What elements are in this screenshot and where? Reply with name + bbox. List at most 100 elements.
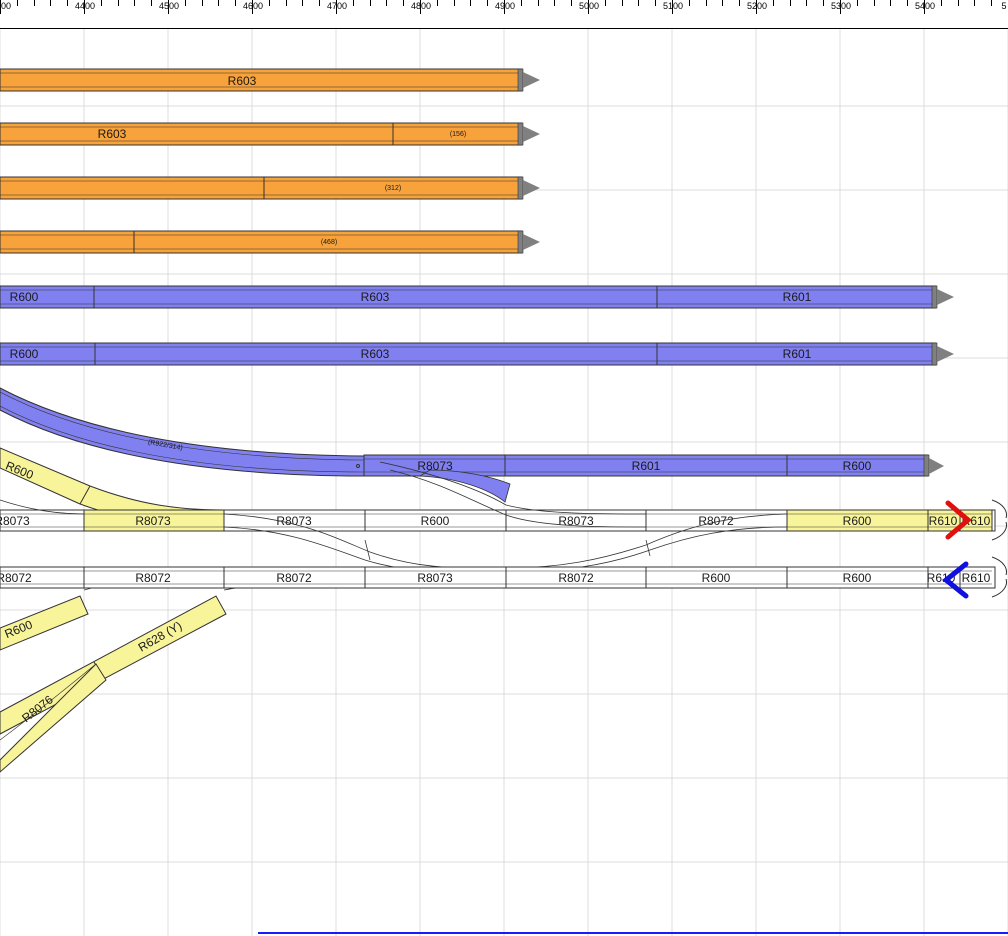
segment-label: R8072 xyxy=(698,514,734,528)
ruler-label: 4900 xyxy=(494,1,516,11)
ruler-minor-tick xyxy=(218,0,220,6)
ruler-minor-tick xyxy=(117,0,119,6)
segment-label: R8073 xyxy=(0,514,30,528)
ruler-minor-tick xyxy=(403,0,405,6)
ruler-minor-tick xyxy=(100,0,102,6)
ruler-label: 5100 xyxy=(662,1,684,11)
segment-label: R600 xyxy=(843,459,872,473)
ruler-minor-tick xyxy=(352,0,354,6)
segment-label: R8073 xyxy=(417,459,453,473)
ruler-minor-tick xyxy=(722,0,724,6)
ruler-minor-tick xyxy=(453,0,455,6)
ruler-label: 4500 xyxy=(158,1,180,11)
ruler-minor-tick xyxy=(184,0,186,6)
blue-track-2[interactable]: R600 R603 R601 xyxy=(0,342,954,366)
ruler-minor-tick xyxy=(33,0,35,6)
ruler-minor-tick xyxy=(67,0,69,6)
ruler-label: 5200 xyxy=(746,1,768,11)
ruler-minor-tick xyxy=(806,0,808,6)
ruler-minor-tick xyxy=(688,0,690,6)
ruler-label: 00 xyxy=(0,1,12,11)
yellow-diagonal-track-mid[interactable]: R600 xyxy=(0,595,89,651)
ruler-minor-tick xyxy=(940,0,942,6)
ruler-minor-tick xyxy=(16,0,18,6)
blue-track-1[interactable]: R600 R603 R601 xyxy=(0,285,954,309)
segment-label: R603 xyxy=(98,127,127,141)
buffer-arrow-icon xyxy=(523,126,540,142)
ruler-minor-tick xyxy=(319,0,321,6)
ruler-minor-tick xyxy=(302,0,304,6)
layout-canvas[interactable]: R603 R603 (156) (312) (468) R600 R603 R6… xyxy=(0,29,1008,936)
ruler-minor-tick xyxy=(604,0,606,6)
ruler-minor-tick xyxy=(638,0,640,6)
segment-label: R601 xyxy=(783,347,812,361)
ruler-minor-tick xyxy=(907,0,909,6)
ruler-minor-tick xyxy=(285,0,287,6)
segment-label: R600 xyxy=(843,514,872,528)
ruler-minor-tick xyxy=(890,0,892,6)
ruler-minor-tick xyxy=(201,0,203,6)
ruler: 00 4400 4500 4600 4700 4800 4900 5000 5100 5200 53… xyxy=(0,0,1008,29)
ruler-minor-tick xyxy=(268,0,270,6)
ruler-minor-tick xyxy=(151,0,153,6)
segment-label: R8072 xyxy=(135,571,171,585)
segment-label: R8072 xyxy=(558,571,594,585)
segment-label: R603 xyxy=(361,290,390,304)
ruler-minor-tick xyxy=(873,0,875,6)
ruler-label: 5400 xyxy=(914,1,936,11)
ruler-minor-tick xyxy=(739,0,741,6)
orange-siding-2[interactable]: R603 (156) xyxy=(0,122,540,146)
ruler-minor-tick xyxy=(470,0,472,6)
ruler-minor-tick xyxy=(974,0,976,6)
ruler-minor-tick xyxy=(369,0,371,6)
segment-label: R600 xyxy=(10,290,39,304)
segment-label: (468) xyxy=(321,239,337,246)
ruler-label: 5 xyxy=(1001,1,1007,11)
ruler-minor-tick xyxy=(991,0,993,6)
segment-label: R600 xyxy=(421,514,450,528)
segment-label: R600 xyxy=(10,347,39,361)
segment-label: R601 xyxy=(632,459,661,473)
segment-label: (156) xyxy=(450,131,466,138)
blue-curve-track[interactable]: (R922/314) xyxy=(0,387,365,477)
segment-label: R600 xyxy=(843,571,872,585)
orange-siding-4[interactable]: (468) xyxy=(0,230,540,254)
ruler-minor-tick xyxy=(856,0,858,6)
ruler-minor-tick xyxy=(235,0,237,6)
ruler-label: 4700 xyxy=(326,1,348,11)
blue-track-3[interactable]: R8073 R601 R600 xyxy=(363,454,944,503)
segment-label: R600 xyxy=(702,571,731,585)
buffer-arrow-icon xyxy=(929,458,944,474)
ruler-minor-tick xyxy=(386,0,388,6)
ruler-minor-tick xyxy=(621,0,623,6)
ruler-minor-tick xyxy=(436,0,438,6)
segment-label: R8073 xyxy=(417,571,453,585)
ruler-label: 4800 xyxy=(410,1,432,11)
orange-siding-3[interactable]: (312) xyxy=(0,176,540,200)
track-row-1[interactable]: R8073 R8073 R8073 R600 R8073 R8072 R600 … xyxy=(0,509,996,532)
segment-label: R601 xyxy=(783,290,812,304)
ruler-minor-tick xyxy=(554,0,556,6)
ruler-minor-tick xyxy=(789,0,791,6)
buffer-arrow-icon xyxy=(937,289,954,305)
segment-label: R610 xyxy=(962,571,991,585)
ruler-minor-tick xyxy=(957,0,959,6)
buffer-arrow-icon xyxy=(523,234,540,250)
segment-label: R603 xyxy=(228,74,257,88)
ruler-minor-tick xyxy=(655,0,657,6)
ruler-minor-tick xyxy=(520,0,522,6)
ruler-label: 5000 xyxy=(578,1,600,11)
ruler-minor-tick xyxy=(537,0,539,6)
orange-siding-1[interactable]: R603 xyxy=(0,68,540,92)
ruler-minor-tick xyxy=(705,0,707,6)
ruler-minor-tick xyxy=(772,0,774,6)
ruler-minor-tick xyxy=(134,0,136,6)
buffer-arrow-icon xyxy=(523,72,540,88)
ruler-minor-tick xyxy=(823,0,825,6)
track-row-2[interactable]: R8072 R8072 R8072 R8073 R8072 R600 R600 … xyxy=(0,566,996,589)
segment-label: (312) xyxy=(385,185,401,192)
ruler-minor-tick xyxy=(50,0,52,6)
segment-label: R603 xyxy=(361,347,390,361)
ruler-label: 4600 xyxy=(242,1,264,11)
segment-label: R610 xyxy=(929,514,958,528)
